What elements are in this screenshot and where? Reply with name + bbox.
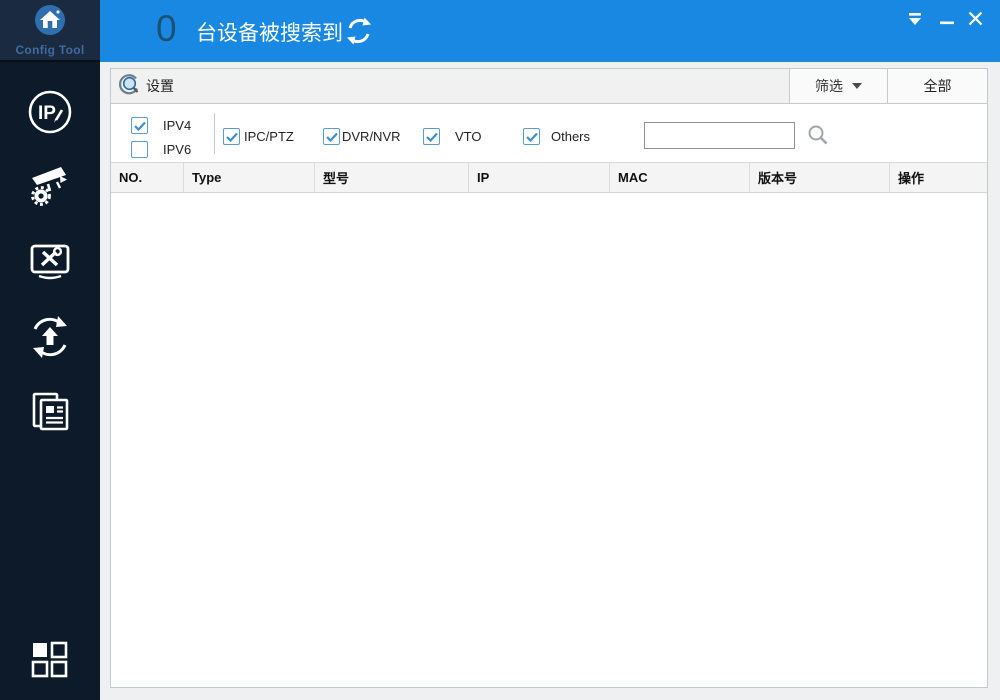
checkbox-box (131, 117, 148, 134)
checkbox-dvr-nvr[interactable]: DVR/NVR (323, 128, 401, 145)
minimize-icon (940, 13, 954, 28)
ip-edit-icon: IP (27, 89, 73, 135)
column-type[interactable]: Type (183, 163, 314, 192)
tab-all-label: 全部 (923, 78, 952, 94)
sidebar-item-upgrade[interactable] (26, 313, 74, 361)
sidebar-item-apps-menu[interactable] (26, 636, 74, 684)
refresh-button[interactable] (344, 16, 374, 46)
checkbox-box (131, 141, 148, 158)
camera-gear-icon (27, 162, 73, 208)
checkbox-ipv6[interactable]: IPV6 (131, 141, 191, 158)
column-model[interactable]: 型号 (314, 163, 468, 192)
filter-row: IPV4 IPV6 IPC/PTZ DVR/NVR VTO Others (111, 104, 987, 163)
close-icon (968, 11, 983, 29)
apps-grid-icon (29, 639, 71, 681)
checkbox-others[interactable]: Others (523, 128, 590, 145)
column-no[interactable]: NO. (111, 163, 183, 192)
sidebar-item-device-info[interactable] (26, 388, 74, 436)
checkbox-box (423, 128, 440, 145)
close-button[interactable] (964, 9, 986, 31)
search-settings-button[interactable]: 设置 (111, 69, 790, 103)
search-input[interactable] (644, 122, 795, 149)
device-count-label: 台设备被搜索到 (196, 22, 343, 45)
sidebar-item-modify-ip[interactable]: IP (26, 88, 74, 136)
toolbar: 设置 筛选 全部 (111, 69, 987, 104)
divider (214, 113, 215, 154)
filter-label: 筛选 (815, 78, 843, 94)
search-button[interactable] (805, 123, 831, 149)
checkbox-box (523, 128, 540, 145)
filter-dropdown[interactable]: 筛选 (790, 69, 887, 103)
checkbox-vto[interactable]: VTO (423, 128, 482, 145)
search-icon (806, 125, 830, 150)
documents-icon (27, 389, 73, 435)
app-title: Config Tool (15, 42, 85, 57)
device-table-body (111, 193, 987, 687)
titlebar: 0 台设备被搜索到 (100, 0, 1000, 62)
column-mac[interactable]: MAC (609, 163, 749, 192)
column-version[interactable]: 版本号 (749, 163, 889, 192)
sidebar-item-device-config[interactable] (26, 161, 74, 209)
home-icon (34, 4, 66, 41)
column-ip[interactable]: IP (468, 163, 609, 192)
sidebar-item-system-tools[interactable] (26, 238, 74, 286)
checkbox-ipv4[interactable]: IPV4 (131, 117, 191, 134)
checkbox-ipc-ptz[interactable]: IPC/PTZ (223, 128, 294, 145)
minimize-to-tray-button[interactable] (904, 9, 926, 31)
refresh-icon (344, 17, 374, 49)
sidebar: Config Tool IP (0, 0, 100, 700)
checkbox-box (223, 128, 240, 145)
home-button[interactable]: Config Tool (0, 0, 100, 62)
tab-all[interactable]: 全部 (887, 69, 987, 103)
checkbox-box (323, 128, 340, 145)
table-header: NO. Type 型号 IP MAC 版本号 操作 (111, 163, 987, 193)
chevron-down-icon (852, 83, 862, 89)
svg-text:IP: IP (38, 103, 56, 124)
upgrade-icon (27, 314, 73, 360)
device-count: 0 (156, 8, 177, 49)
column-operate[interactable]: 操作 (889, 163, 987, 192)
minimize-button[interactable] (936, 9, 958, 31)
settings-label: 设置 (146, 78, 174, 94)
main-panel: 设置 筛选 全部 IPV4 IPV6 IPC/PTZ DVR/NVR VTO O… (110, 68, 988, 688)
settings-search-icon (118, 73, 141, 99)
monitor-tools-icon (27, 239, 73, 285)
tray-arrow-icon (907, 12, 923, 29)
